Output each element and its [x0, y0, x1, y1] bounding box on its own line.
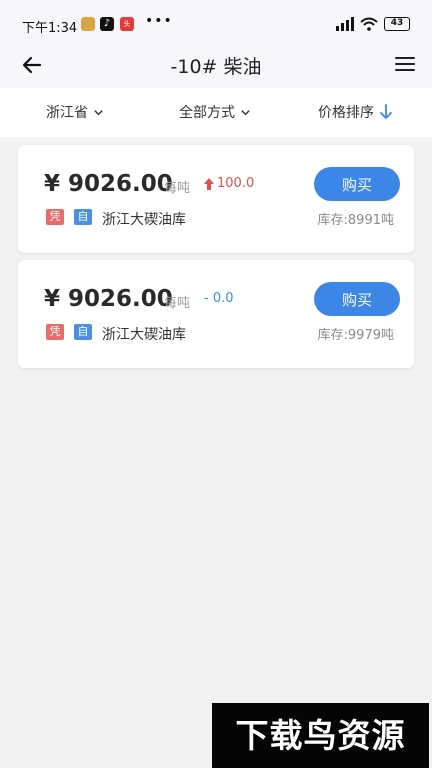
self-pickup-tag: 自	[74, 324, 92, 340]
price: ¥ 9026.00	[44, 286, 173, 312]
stock-amount: 库存:9979吨	[317, 328, 394, 343]
price: ¥ 9026.00	[44, 171, 173, 197]
voucher-tag: 凭	[46, 209, 64, 225]
price-change-value: - 0.0	[204, 291, 234, 306]
price-change: - 0.0	[204, 291, 234, 306]
chevron-down-icon	[94, 109, 103, 115]
price-sort-label: 价格排序	[318, 105, 374, 121]
battery-icon: 43	[384, 17, 410, 31]
listing-card: ¥ 9026.00 每吨 100.0 凭 自 浙江大碶油库 购买 库存:8991…	[18, 145, 414, 253]
price-change-value: 100.0	[217, 176, 255, 191]
depot-name: 浙江大碶油库	[102, 327, 186, 343]
method-filter-label: 全部方式	[179, 105, 235, 121]
status-time: 下午1:34	[22, 21, 78, 36]
nav-bar: -10# 柴油	[0, 48, 432, 88]
price-change: 100.0	[204, 176, 254, 191]
status-indicators: 43	[336, 15, 410, 33]
arrow-up-icon	[204, 177, 214, 190]
more-notifications-icon: •••	[145, 13, 173, 29]
province-filter[interactable]: 浙江省	[46, 103, 104, 121]
depot-name: 浙江大碶油库	[102, 212, 186, 228]
app-notification-icon	[81, 17, 95, 31]
page-title: -10# 柴油	[170, 56, 262, 78]
signal-icon	[336, 17, 354, 31]
wifi-icon	[360, 17, 378, 31]
province-filter-label: 浙江省	[46, 105, 88, 121]
status-bar: 下午1:34 ♪ 头 ••• 43	[0, 0, 432, 48]
self-pickup-tag: 自	[74, 209, 92, 225]
price-unit: 每吨	[164, 296, 191, 311]
filter-bar: 浙江省 全部方式 价格排序	[0, 88, 432, 137]
stock-amount: 库存:8991吨	[317, 213, 394, 228]
watermark: 下载鸟资源	[212, 703, 429, 768]
news-notification-icon: 头	[120, 17, 134, 31]
method-filter[interactable]: 全部方式	[179, 103, 251, 121]
price-sort-filter[interactable]: 价格排序	[318, 103, 393, 121]
tiktok-notification-icon: ♪	[100, 17, 114, 31]
voucher-tag: 凭	[46, 324, 64, 340]
buy-button[interactable]: 购买	[314, 282, 400, 316]
buy-button[interactable]: 购买	[314, 167, 400, 201]
arrow-down-icon	[380, 104, 392, 119]
menu-icon[interactable]	[394, 53, 416, 75]
price-unit: 每吨	[164, 181, 191, 196]
chevron-down-icon	[241, 109, 250, 115]
listing-card: ¥ 9026.00 每吨 - 0.0 凭 自 浙江大碶油库 购买 库存:9979…	[18, 260, 414, 368]
